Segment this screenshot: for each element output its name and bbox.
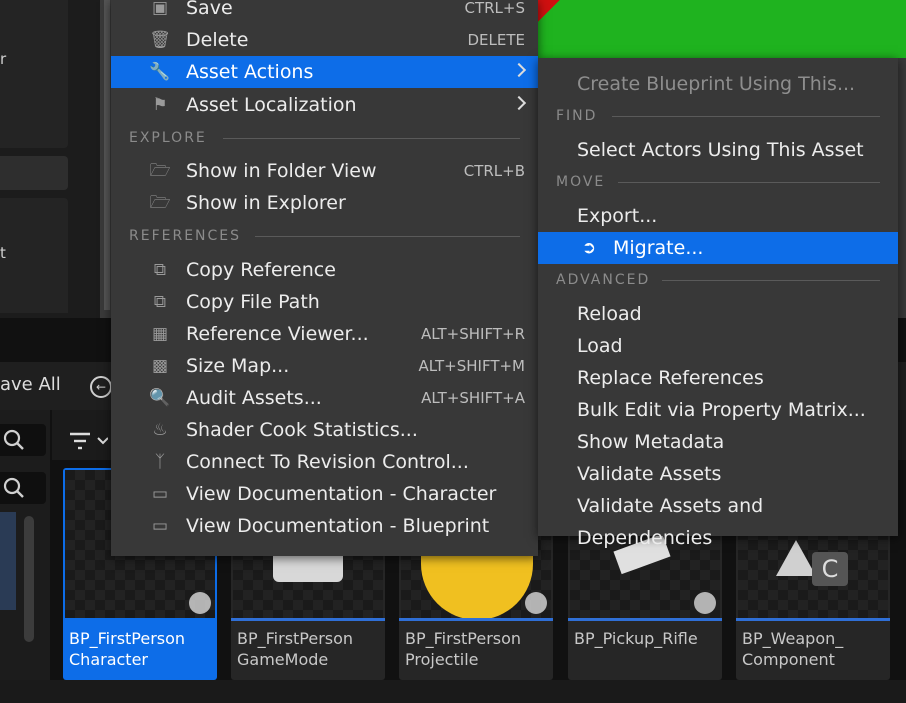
menu-item-validate-assets[interactable]: Validate Assets — [538, 458, 898, 490]
shader-icon: ♨ — [152, 420, 168, 440]
chevron-right-icon — [511, 62, 527, 78]
status-bar — [0, 680, 906, 703]
branch-icon: ᛉ — [154, 452, 166, 472]
menu-item-select-actors[interactable]: Select Actors Using This Asset — [538, 134, 898, 166]
asset-label: BP_FirstPerson GameMode — [237, 629, 354, 669]
menu-item-show-in-explorer[interactable]: 🗁 Show in Explorer — [111, 187, 538, 219]
menu-item-size-map[interactable]: ▩ Size Map... ALT+SHIFT+M — [111, 350, 538, 382]
chevron-right-icon — [511, 95, 527, 111]
menu-item-show-metadata[interactable]: Show Metadata — [538, 426, 898, 458]
viewport-red-mesh — [536, 0, 596, 58]
filter-icon[interactable] — [68, 430, 108, 454]
menu-item-copy-reference[interactable]: ⧉ Copy Reference — [111, 254, 538, 286]
menu-item-save[interactable]: ▣ Save CTRL+S — [111, 0, 538, 24]
menu-item-copy-file-path[interactable]: ⧉ Copy File Path — [111, 286, 538, 318]
menu-item-replace-references[interactable]: Replace References — [538, 362, 898, 394]
section-header-advanced: ADVANCED — [556, 270, 880, 290]
menu-item-validate-assets-dependencies[interactable]: Validate Assets and Dependencies — [538, 490, 898, 549]
asset-label: BP_FirstPerson Projectile — [405, 629, 522, 669]
magnifier-icon: 🔍 — [149, 388, 171, 408]
menu-item-connect-revision-control[interactable]: ᛉ Connect To Revision Control... — [111, 446, 538, 478]
copy-icon: ⧉ — [153, 292, 167, 312]
outliner-section: r — [0, 0, 68, 148]
asset-context-menu: ▣ Save CTRL+S 🗑 Delete DELETE 🔧 Asset Ac… — [111, 0, 538, 556]
menu-item-bulk-edit[interactable]: Bulk Edit via Property Matrix... — [538, 394, 898, 426]
trash-icon: 🗑 — [149, 30, 171, 50]
asset-label: BP_FirstPerson Character — [69, 629, 186, 669]
blueprint-icon — [694, 592, 716, 614]
save-all-button[interactable]: ave All — [0, 374, 61, 395]
search-icon — [3, 429, 24, 450]
size-map-icon: ▩ — [151, 356, 169, 376]
search-input[interactable] — [0, 472, 46, 504]
save-icon: ▣ — [151, 0, 169, 18]
menu-item-export[interactable]: Export... — [538, 200, 898, 232]
section-header-move: MOVE — [556, 172, 880, 192]
menu-item-asset-actions[interactable]: 🔧 Asset Actions — [111, 56, 538, 88]
menu-item-audit-assets[interactable]: 🔍 Audit Assets... ALT+SHIFT+A — [111, 382, 538, 414]
blueprint-icon — [525, 592, 547, 614]
back-icon[interactable]: ← — [90, 376, 112, 398]
menu-item-shader-cook-statistics[interactable]: ♨ Shader Cook Statistics... — [111, 414, 538, 446]
menu-item-reload[interactable]: Reload — [538, 298, 898, 330]
search-icon — [3, 477, 24, 498]
migrate-icon: ➲ — [581, 238, 597, 258]
asset-label: BP_Pickup_Rifle — [574, 629, 698, 648]
menu-item-reference-viewer[interactable]: ▦ Reference Viewer... ALT+SHIFT+R — [111, 318, 538, 350]
c-icon: C — [812, 552, 848, 586]
person-icon — [189, 592, 211, 614]
asset-label: BP_Weapon_ Component — [742, 629, 844, 669]
monitor-icon — [273, 554, 343, 582]
section-header-find: FIND — [556, 106, 880, 126]
outliner-selected-row[interactable] — [0, 156, 68, 190]
cut-label: r — [0, 50, 7, 68]
outliner-section: t — [0, 198, 68, 313]
menu-item-create-blueprint[interactable]: Create Blueprint Using This... — [538, 68, 898, 100]
cut-label: t — [0, 244, 6, 262]
menu-item-view-docs-character[interactable]: ▭ View Documentation - Character — [111, 478, 538, 510]
book-icon: ▭ — [151, 484, 169, 504]
section-header-explore: EXPLORE — [129, 128, 520, 148]
menu-item-migrate[interactable]: ➲ Migrate... — [538, 232, 898, 264]
menu-item-load[interactable]: Load — [538, 330, 898, 362]
copy-icon: ⧉ — [153, 260, 167, 280]
menu-item-show-in-folder-view[interactable]: 🗁 Show in Folder View CTRL+B — [111, 155, 538, 187]
folder-search-icon: 🗁 — [149, 161, 171, 181]
folder-selected-row[interactable] — [0, 512, 16, 610]
scrollbar[interactable] — [24, 516, 34, 642]
menu-item-asset-localization[interactable]: ⚑ Asset Localization — [111, 89, 538, 121]
folder-search-icon: 🗁 — [149, 193, 171, 213]
flag-icon: ⚑ — [152, 95, 168, 115]
wrench-icon: 🔧 — [149, 62, 171, 82]
graph-icon: ▦ — [151, 324, 169, 344]
section-header-references: REFERENCES — [129, 226, 520, 246]
asset-actions-submenu: Create Blueprint Using This... FIND Sele… — [538, 58, 898, 549]
book-icon: ▭ — [151, 516, 169, 536]
outliner-panel: r t — [0, 0, 100, 318]
menu-item-view-docs-blueprint[interactable]: ▭ View Documentation - Blueprint — [111, 510, 538, 542]
menu-item-delete[interactable]: 🗑 Delete DELETE — [111, 24, 538, 56]
search-input[interactable] — [0, 424, 46, 456]
